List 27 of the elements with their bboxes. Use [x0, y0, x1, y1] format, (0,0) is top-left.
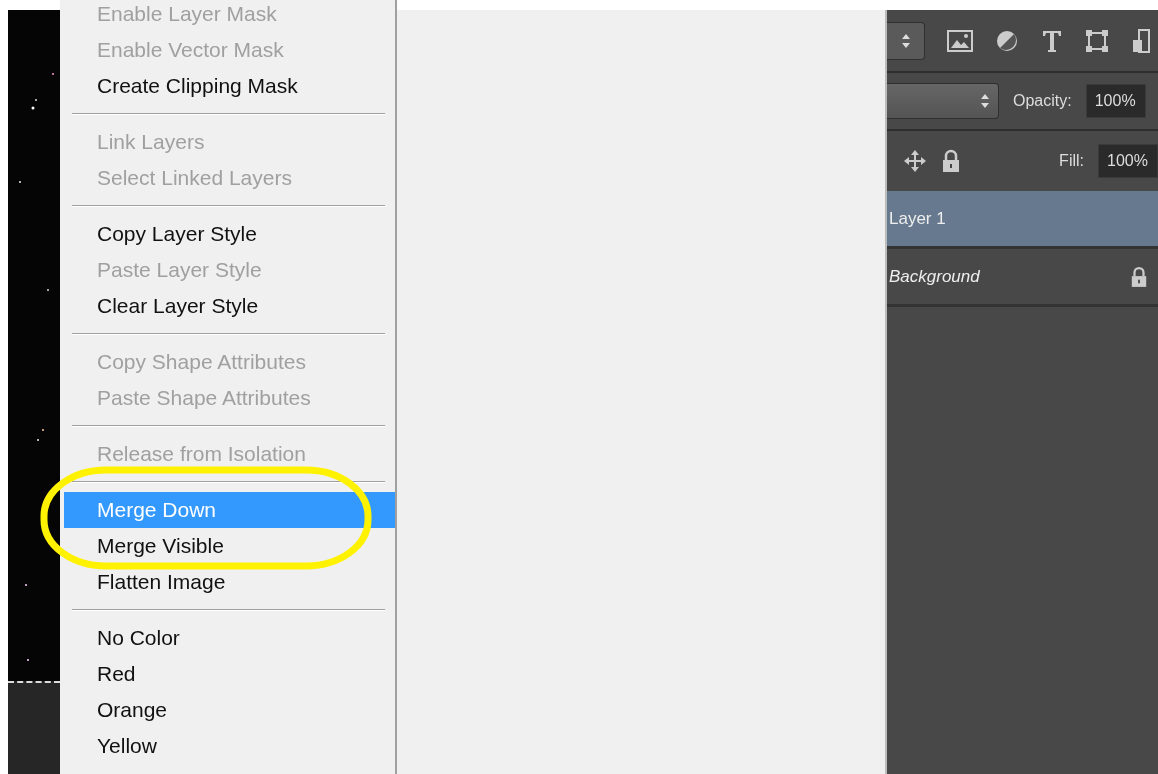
menu-item[interactable]: Flatten Image: [64, 564, 395, 600]
transform-icon[interactable]: [1085, 28, 1109, 53]
document-icon[interactable]: [1131, 27, 1151, 54]
layer-row[interactable]: Background: [887, 249, 1158, 307]
menu-item[interactable]: Clear Layer Style: [64, 288, 395, 324]
menu-item[interactable]: Copy Layer Style: [64, 216, 395, 252]
move-icon[interactable]: [903, 149, 927, 173]
menu-item[interactable]: Red: [64, 656, 395, 692]
up-down-arrows-icon: [980, 93, 990, 109]
fill-field[interactable]: 100%: [1098, 144, 1158, 178]
menu-item[interactable]: Yellow: [64, 728, 395, 764]
layer-name: Layer 1: [889, 207, 946, 230]
layer-name: Background: [889, 265, 980, 288]
image-icon[interactable]: [947, 29, 973, 52]
menu-item[interactable]: Orange: [64, 692, 395, 728]
menu-item[interactable]: Merge Visible: [64, 528, 395, 564]
layer-row[interactable]: Layer 1: [887, 191, 1158, 249]
menu-item[interactable]: Create Clipping Mask: [64, 68, 395, 104]
up-down-arrows-icon: [900, 32, 911, 49]
menu-item[interactable]: No Color: [64, 620, 395, 656]
stepper-button[interactable]: [887, 21, 925, 60]
opacity-field[interactable]: 100%: [1085, 84, 1146, 118]
half-circle-icon[interactable]: [995, 28, 1019, 53]
opacity-label: Opacity:: [1013, 91, 1072, 111]
lock-icon[interactable]: [941, 149, 961, 173]
type-icon[interactable]: [1041, 28, 1063, 53]
fill-label: Fill:: [1059, 151, 1084, 171]
